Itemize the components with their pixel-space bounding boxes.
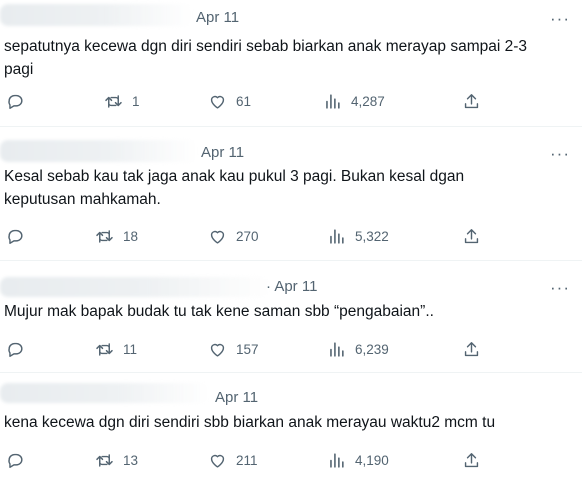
- reply-icon: [8, 94, 23, 109]
- more-options-button[interactable]: ···: [550, 10, 570, 27]
- tweet-date[interactable]: Apr 11: [215, 389, 258, 406]
- views-button[interactable]: 6,239: [327, 337, 389, 361]
- like-count: 211: [236, 452, 258, 468]
- like-count: 157: [236, 341, 259, 357]
- tweet-text: sepatutnya kecewa dgn diri sendiri sebab…: [4, 38, 532, 78]
- views-button[interactable]: 4,190: [327, 448, 389, 472]
- tweet-date[interactable]: Apr 11: [196, 9, 239, 26]
- reply-button[interactable]: [6, 337, 25, 361]
- more-options-button[interactable]: ···: [550, 145, 570, 162]
- more-options-button[interactable]: ···: [550, 279, 570, 296]
- heart-icon: [210, 230, 225, 244]
- retweet-count: 1: [132, 93, 140, 109]
- share-icon: [464, 228, 479, 243]
- tweet-date[interactable]: Apr 11: [201, 144, 244, 161]
- like-count: 61: [236, 93, 252, 109]
- reply-button[interactable]: [6, 224, 25, 248]
- tweet-actions: 18 270 5,322: [0, 224, 582, 248]
- like-button[interactable]: 270: [208, 224, 259, 248]
- retweet-count: 11: [123, 341, 138, 357]
- tweet-text: Mujur mak bapak budak tu tak kene saman …: [4, 303, 434, 320]
- redacted-username: [0, 277, 270, 297]
- retweet-button[interactable]: 18: [95, 224, 138, 248]
- retweet-button[interactable]: 13: [95, 448, 138, 472]
- tweet-actions: 1 61 4,287: [0, 89, 582, 113]
- like-button[interactable]: 61: [208, 89, 251, 113]
- view-count: 6,239: [355, 341, 389, 357]
- views-button[interactable]: 5,322: [327, 224, 389, 248]
- views-button[interactable]: 4,287: [323, 89, 385, 113]
- reply-tweet[interactable]: Apr 11 ··· Kesal sebab kau tak jaga anak…: [0, 127, 582, 259]
- heart-icon: [210, 95, 225, 109]
- share-button[interactable]: [462, 89, 481, 113]
- retweet-icon: [96, 342, 113, 356]
- like-button[interactable]: 211: [208, 448, 258, 472]
- tweet-text: kena kecewa dgn diri sendiri sbb biarkan…: [4, 414, 496, 431]
- view-count: 4,287: [351, 93, 385, 109]
- views-chart-icon: [330, 341, 344, 357]
- tweet-date[interactable]: · Apr 11: [266, 278, 317, 295]
- reply-tweet[interactable]: Apr 11 ··· sepatutnya kecewa dgn diri se…: [0, 0, 582, 125]
- retweet-icon: [96, 453, 113, 467]
- reply-icon: [8, 453, 23, 468]
- retweet-button[interactable]: 11: [95, 337, 137, 361]
- heart-icon: [210, 454, 225, 468]
- reply-icon: [8, 342, 23, 357]
- share-button[interactable]: [462, 448, 481, 472]
- retweet-button[interactable]: 1: [104, 89, 140, 113]
- share-icon: [464, 93, 479, 108]
- reply-icon: [8, 229, 23, 244]
- reply-button[interactable]: [6, 448, 25, 472]
- share-icon: [464, 341, 479, 356]
- views-chart-icon: [326, 93, 340, 109]
- redacted-username: [0, 383, 210, 403]
- like-count: 270: [236, 228, 259, 244]
- view-count: 5,322: [355, 228, 389, 244]
- redacted-username: [0, 4, 192, 26]
- share-button[interactable]: [462, 224, 481, 248]
- reply-tweet[interactable]: Apr 11 kena kecewa dgn diri sendiri sbb …: [0, 373, 582, 482]
- like-button[interactable]: 157: [208, 337, 259, 361]
- retweet-count: 18: [123, 228, 139, 244]
- tweet-text: Kesal sebab kau tak jaga anak kau pukul …: [4, 168, 469, 208]
- retweet-icon: [105, 94, 122, 108]
- reply-tweet[interactable]: · Apr 11 ··· Mujur mak bapak budak tu ta…: [0, 261, 582, 371]
- tweet-actions: 13 211 4,190: [0, 448, 582, 472]
- retweet-count: 13: [123, 452, 139, 468]
- reply-button[interactable]: [6, 89, 25, 113]
- tweet-actions: 11 157 6,239: [0, 337, 582, 361]
- heart-icon: [210, 343, 225, 357]
- views-chart-icon: [330, 228, 344, 244]
- retweet-icon: [96, 229, 113, 243]
- views-chart-icon: [330, 452, 344, 468]
- view-count: 4,190: [355, 452, 389, 468]
- redacted-username: [0, 140, 197, 162]
- share-button[interactable]: [462, 337, 481, 361]
- share-icon: [464, 452, 479, 467]
